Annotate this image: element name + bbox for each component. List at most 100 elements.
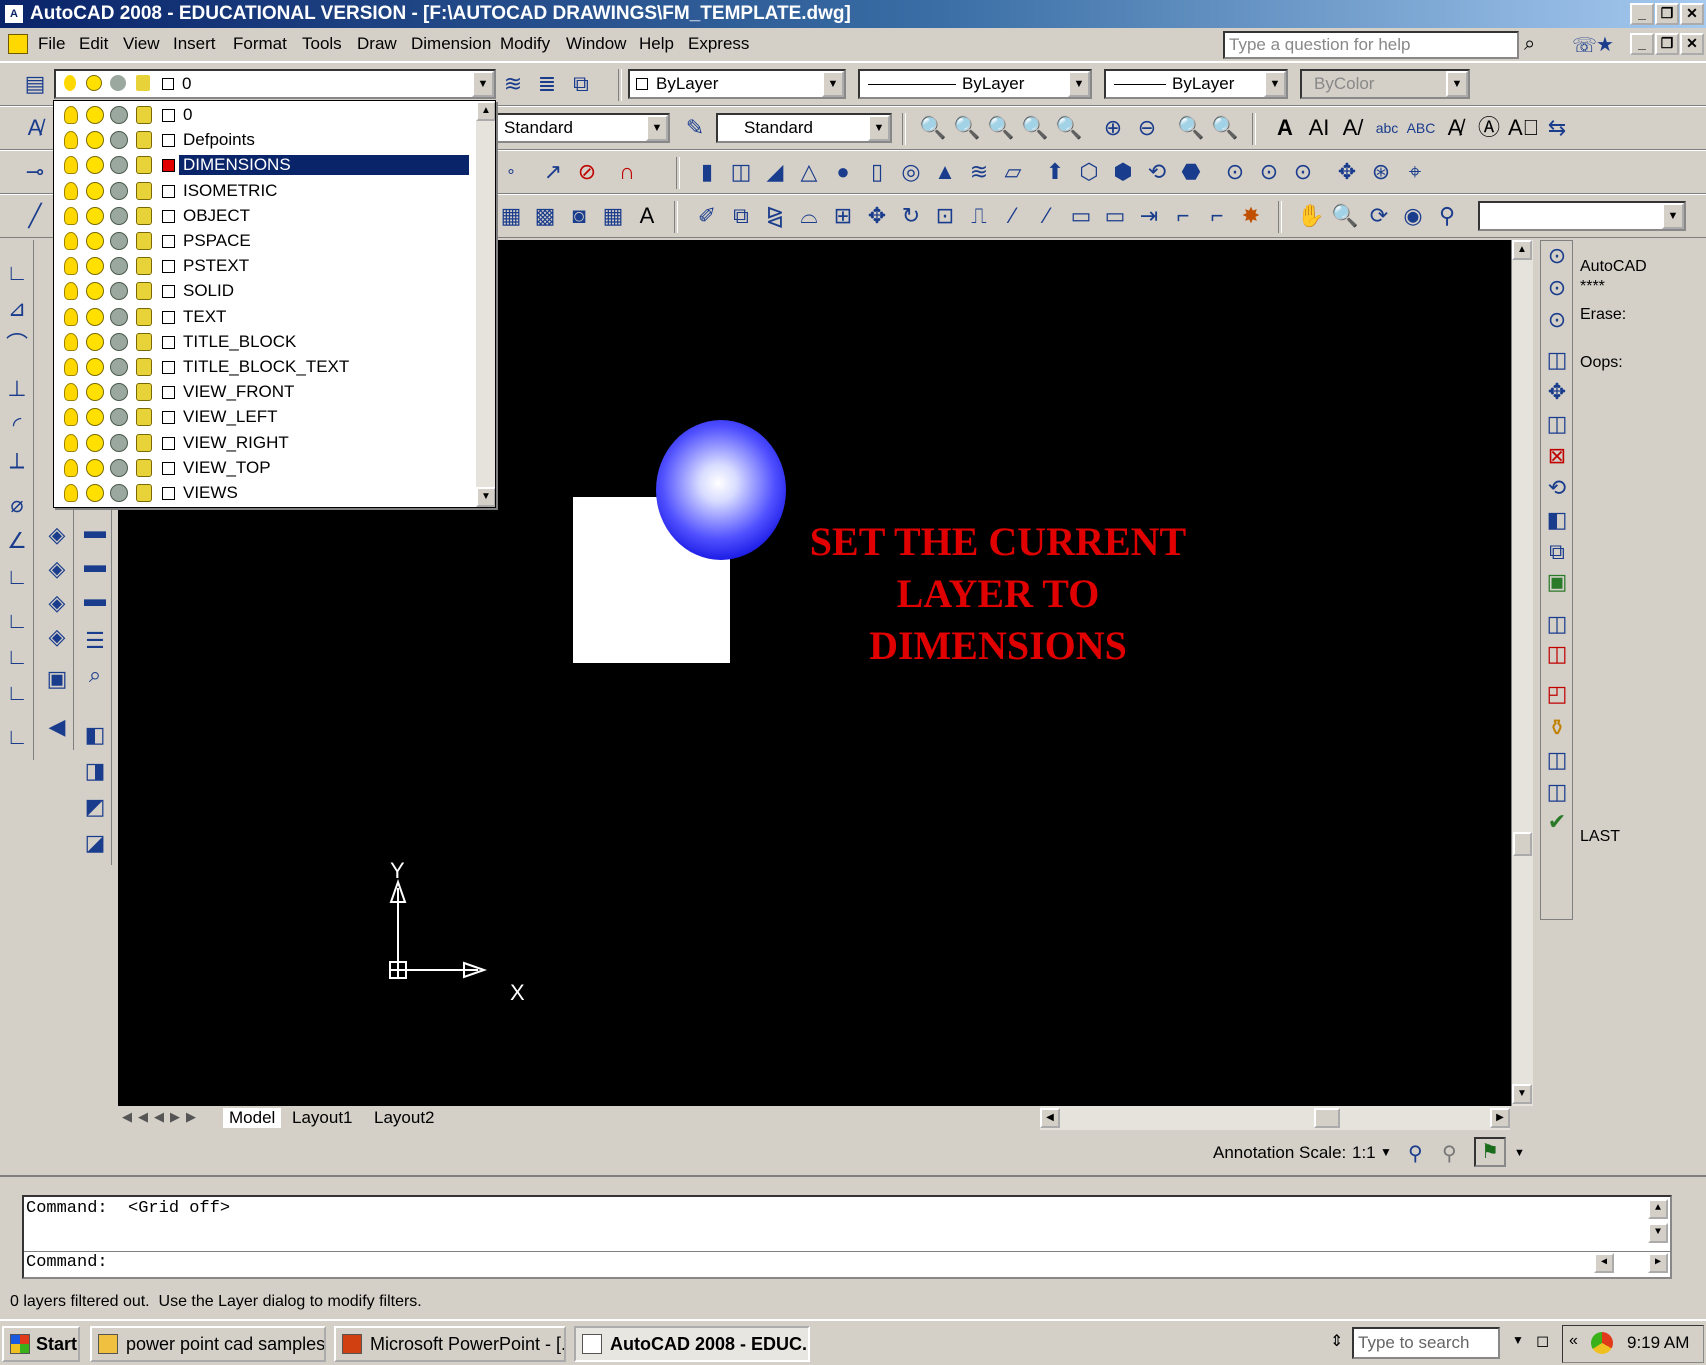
- dim-center-icon[interactable]: ∘: [496, 157, 526, 187]
- sun-icon[interactable]: [86, 282, 104, 301]
- gear-icon[interactable]: [110, 332, 128, 351]
- layer-dropdown-list[interactable]: 0 Defpoints DIMENSIONS ISOMETRIC OBJECT PSPAC…: [53, 100, 496, 508]
- move-icon[interactable]: ✥: [862, 201, 892, 231]
- chevron-down-icon[interactable]: ▼: [1514, 1147, 1525, 1159]
- draw-order-above-icon[interactable]: ◩: [80, 792, 110, 822]
- lock-icon[interactable]: [136, 484, 152, 502]
- stretch-icon[interactable]: ⎍: [964, 201, 994, 231]
- lock-icon[interactable]: [136, 156, 152, 175]
- sun-icon[interactable]: [86, 156, 104, 175]
- layer-item[interactable]: 0: [54, 103, 474, 128]
- scroll-right-icon[interactable]: ▶: [1648, 1253, 1668, 1273]
- scroll-up-icon[interactable]: ▲: [1512, 240, 1532, 260]
- zoom-center-icon[interactable]: 🔍: [1054, 113, 1084, 143]
- dim-arc-icon[interactable]: ⌒: [2, 330, 32, 360]
- favorites-icon[interactable]: ★: [1596, 32, 1614, 57]
- subtract-icon[interactable]: ⊙: [1542, 273, 1572, 303]
- bulb-icon[interactable]: [64, 408, 78, 427]
- zoom-realtime-icon[interactable]: 🔍: [1330, 201, 1360, 231]
- rotate-faces-icon[interactable]: ⟲: [1542, 473, 1572, 503]
- gear-icon[interactable]: [110, 358, 128, 376]
- justify-text-icon[interactable]: A⃞: [1508, 113, 1539, 143]
- scroll-up-icon[interactable]: ▲: [476, 101, 495, 121]
- menu-format[interactable]: Format: [233, 34, 287, 54]
- find-text-icon[interactable]: abc: [1372, 113, 1402, 143]
- doc-restore-icon[interactable]: ❐: [1655, 33, 1679, 55]
- hatch-icon[interactable]: ▦: [496, 201, 526, 231]
- lock-icon[interactable]: [136, 181, 152, 200]
- menu-view[interactable]: View: [123, 34, 160, 54]
- back-icon[interactable]: ◀: [42, 712, 72, 742]
- annotation-visibility-icon[interactable]: ⚲: [1408, 1141, 1423, 1166]
- 3d-align-icon[interactable]: ⌖: [1400, 157, 1430, 187]
- lock-icon[interactable]: [136, 383, 152, 402]
- text-style-dialog-icon[interactable]: A̸: [1440, 113, 1470, 143]
- chevron-down-icon[interactable]: ▼: [1512, 1333, 1524, 1347]
- color-control[interactable]: ByLayer ▼: [628, 69, 846, 99]
- chamfer-icon[interactable]: ⌐: [1168, 201, 1198, 231]
- scroll-thumb[interactable]: [1314, 1108, 1340, 1128]
- table-icon[interactable]: ▦: [598, 201, 628, 231]
- scroll-down-icon[interactable]: ▼: [476, 487, 495, 507]
- mtext-icon[interactable]: A: [632, 201, 662, 231]
- dim-quick-icon[interactable]: ∟: [2, 562, 32, 592]
- pyramid-icon[interactable]: ▲: [930, 157, 960, 187]
- region-icon[interactable]: ◙: [564, 201, 594, 231]
- bulb-icon[interactable]: [64, 156, 78, 175]
- sun-icon[interactable]: [86, 484, 104, 502]
- intersect-icon[interactable]: ⊙: [1288, 157, 1318, 187]
- tab-navigation-icon[interactable]: ◀◀◀▶▶: [122, 1109, 202, 1125]
- fillet-icon[interactable]: ⌐: [1202, 201, 1232, 231]
- gear-icon[interactable]: [110, 257, 128, 276]
- canvas-horizontal-scrollbar[interactable]: ◀ ▶: [1040, 1106, 1510, 1130]
- gear-icon[interactable]: [110, 206, 128, 225]
- sphere-icon[interactable]: ●: [828, 157, 858, 187]
- dim-ordinate-icon[interactable]: ⊥: [2, 374, 32, 404]
- dim-diameter-icon[interactable]: ⌀: [2, 490, 32, 520]
- scroll-left-icon[interactable]: ◀: [1040, 1108, 1060, 1128]
- document-icon[interactable]: [8, 34, 28, 54]
- gear-icon[interactable]: [110, 383, 128, 402]
- lock-icon[interactable]: [136, 232, 152, 250]
- sun-icon[interactable]: [86, 383, 104, 402]
- start-button[interactable]: Start: [2, 1326, 80, 1362]
- taper-faces-icon[interactable]: ◧: [1542, 505, 1572, 535]
- sweep-icon[interactable]: ⬢: [1108, 157, 1138, 187]
- tab-layout2[interactable]: Layout2: [374, 1108, 435, 1128]
- scroll-down-icon[interactable]: ▼: [1648, 1223, 1668, 1243]
- bulb-icon[interactable]: [64, 282, 78, 301]
- region-mass-icon[interactable]: ▬: [80, 584, 110, 614]
- pan-icon[interactable]: ✋: [1296, 201, 1326, 231]
- presspull-icon[interactable]: ⬡: [1074, 157, 1104, 187]
- gear-icon[interactable]: [110, 408, 128, 427]
- gradient-icon[interactable]: ▩: [530, 201, 560, 231]
- sun-icon[interactable]: [86, 257, 104, 276]
- layer-item[interactable]: VIEW_LEFT: [54, 405, 474, 430]
- union-icon[interactable]: ⊙: [1542, 241, 1572, 271]
- dim-radius-icon[interactable]: ◜: [2, 410, 32, 440]
- tray-expand-icon[interactable]: «: [1569, 1332, 1578, 1350]
- extend-icon[interactable]: ⁄: [1032, 201, 1062, 231]
- bulb-icon[interactable]: [64, 257, 78, 276]
- gear-icon[interactable]: [110, 282, 128, 301]
- dim-aligned-icon[interactable]: ⊿: [2, 294, 32, 324]
- offset-faces-icon[interactable]: ◫: [1542, 409, 1572, 439]
- locate-point-icon[interactable]: ⌕: [80, 660, 110, 690]
- scroll-thumb[interactable]: [1513, 832, 1532, 856]
- intersect-icon[interactable]: ⊙: [1542, 305, 1572, 335]
- command-window[interactable]: Command: <Grid off> Command: ▲ ▼ ◀ ▶: [22, 1195, 1672, 1279]
- copy-icon[interactable]: ⧉: [726, 201, 756, 231]
- lineweight-control[interactable]: ByLayer ▼: [1104, 69, 1288, 99]
- bulb-icon[interactable]: [64, 131, 78, 150]
- gear-icon[interactable]: [110, 458, 128, 477]
- doc-close-icon[interactable]: ✕: [1680, 33, 1704, 55]
- 3d-orbit-icon[interactable]: ⟳: [1364, 201, 1394, 231]
- extrude-faces-icon[interactable]: ◫: [1542, 345, 1572, 375]
- lights-icon[interactable]: ◈: [42, 588, 72, 618]
- lock-icon[interactable]: [136, 282, 152, 301]
- layer-item[interactable]: DIMENSIONS: [54, 153, 474, 178]
- layer-control[interactable]: 0 ▼: [54, 69, 496, 99]
- tab-model[interactable]: Model: [223, 1108, 282, 1128]
- subtract-icon[interactable]: ⊙: [1254, 157, 1284, 187]
- bulb-icon[interactable]: [64, 458, 78, 477]
